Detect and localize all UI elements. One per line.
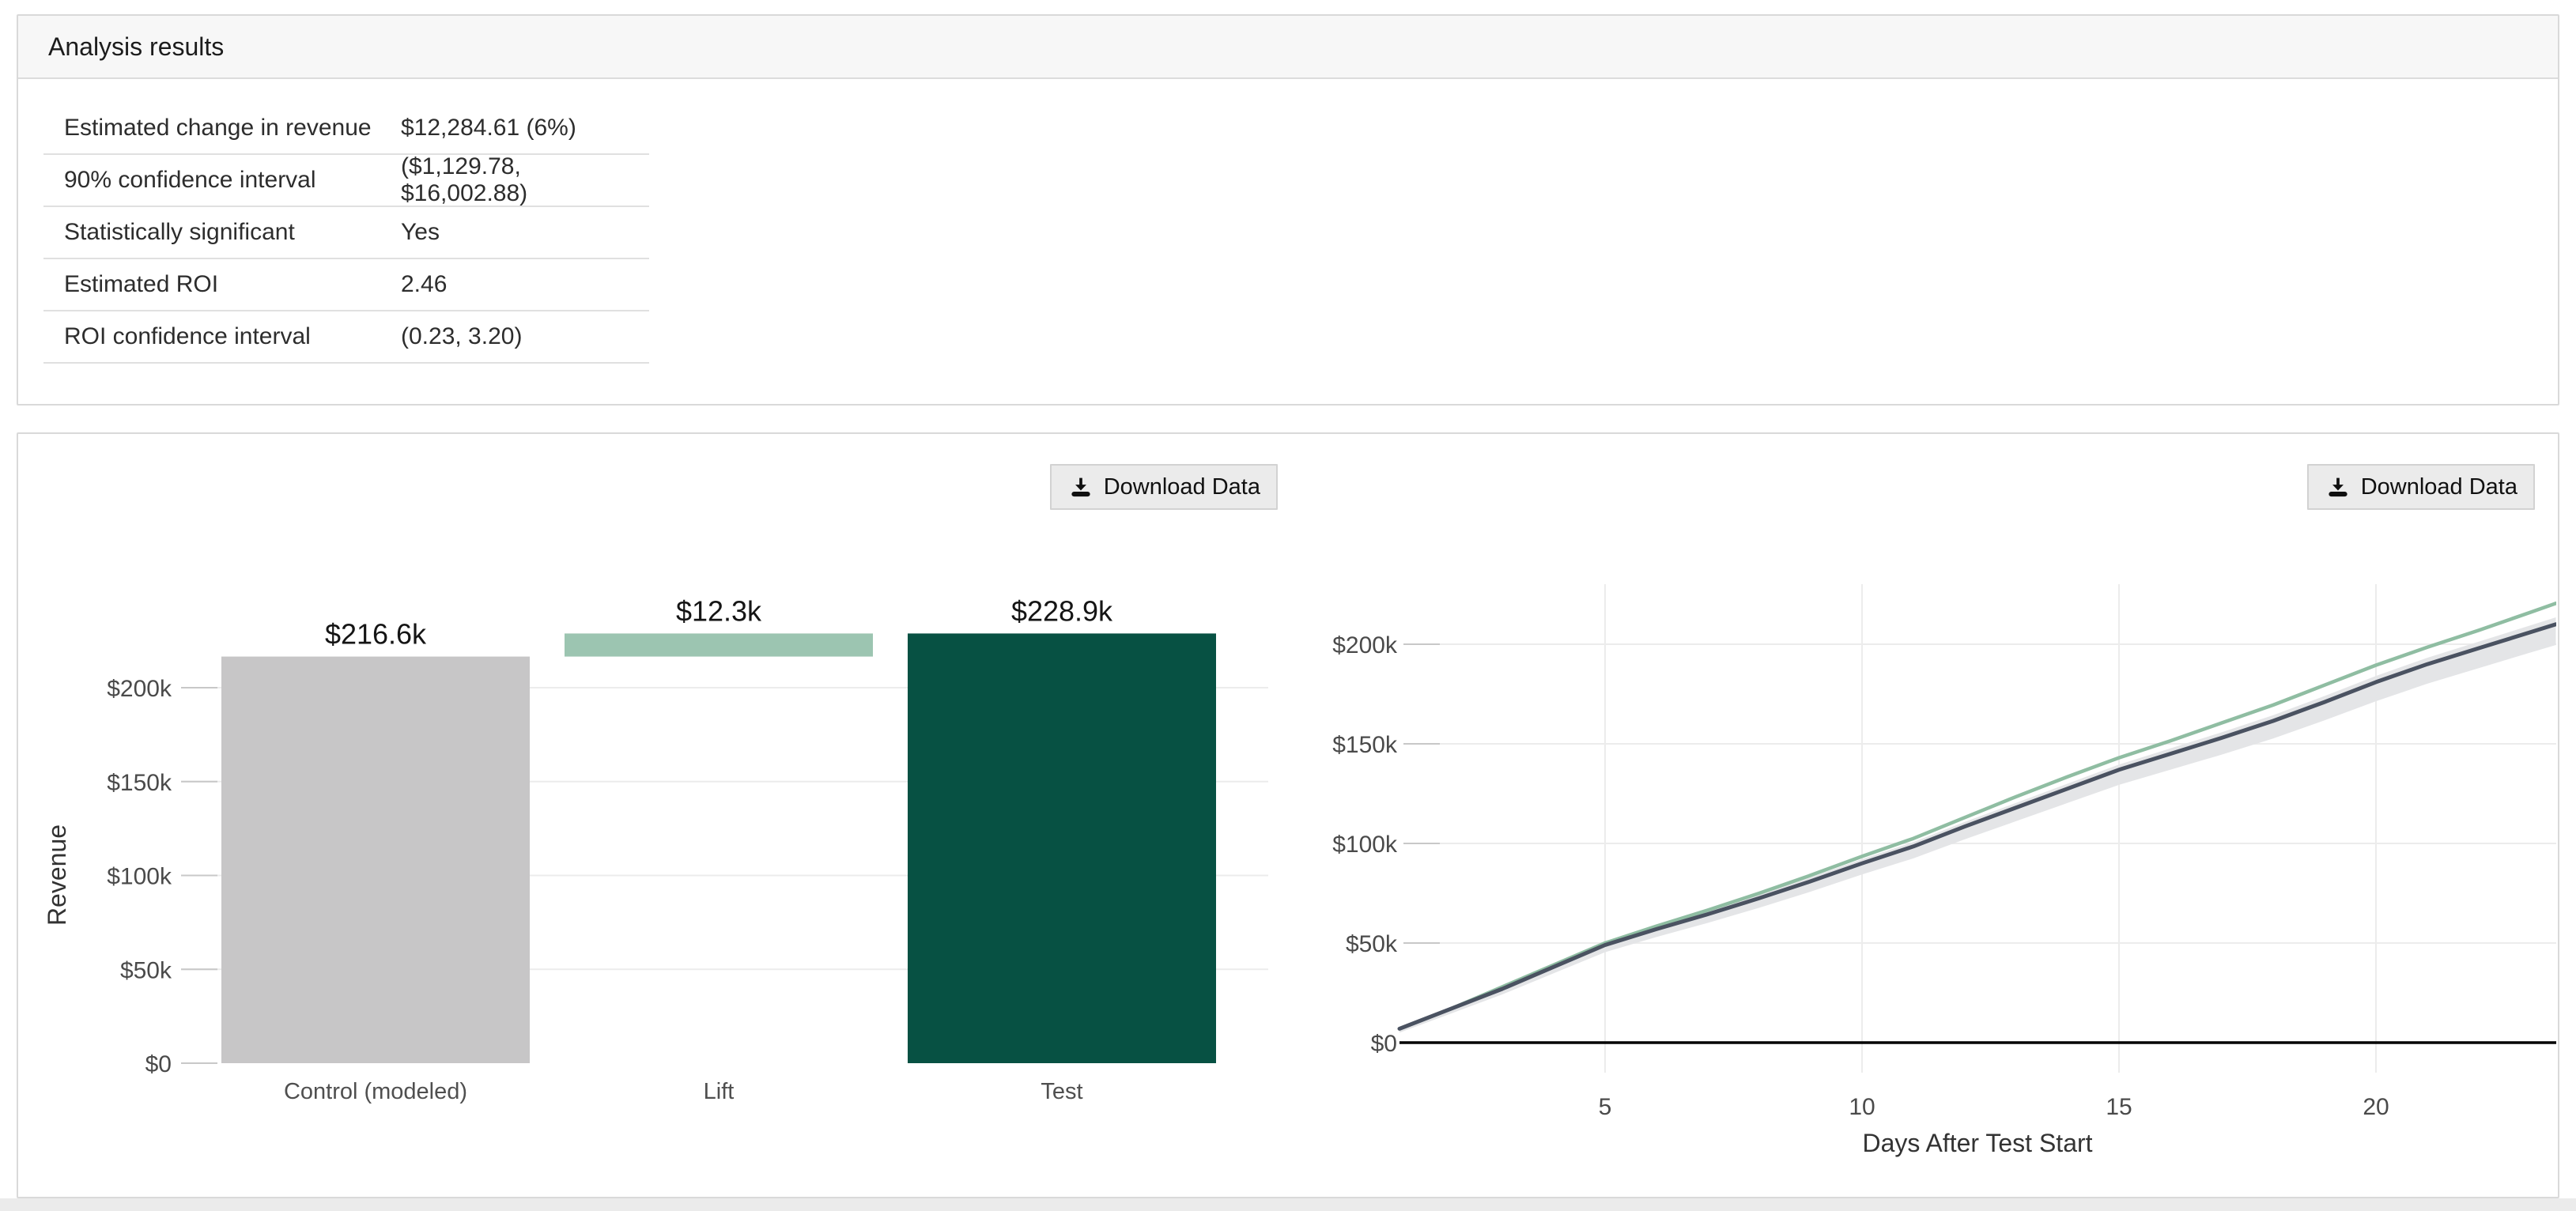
y-tick-label: $0 xyxy=(145,1051,172,1077)
result-row-label: Estimated change in revenue xyxy=(43,115,401,141)
result-row-label: ROI confidence interval xyxy=(43,323,401,350)
bottom-strip xyxy=(0,1198,2576,1211)
result-row: Estimated ROI2.46 xyxy=(43,259,649,311)
y-tick-label: $150k xyxy=(1332,732,1398,758)
result-row: Estimated change in revenue$12,284.61 (6… xyxy=(43,103,649,155)
cumulative-revenue-line-chart: $0 $50k $100k $150k $200k 5 10 15 20 Days After T… xyxy=(1307,576,2556,1177)
y-axis-title: Revenue xyxy=(43,824,71,926)
y-tick-label: $100k xyxy=(1332,832,1398,858)
x-tick-label: 15 xyxy=(2106,1094,2132,1120)
result-row-label: Statistically significant xyxy=(43,219,401,246)
y-tick-label: $200k xyxy=(1332,632,1398,658)
y-tick-label: $0 xyxy=(1371,1031,1397,1057)
x-tick-label: 20 xyxy=(2363,1094,2389,1120)
download-data-button-line-chart[interactable]: Download Data xyxy=(2307,464,2535,510)
bar-control-modeled- xyxy=(221,657,530,1063)
download-data-button-bar-chart[interactable]: Download Data xyxy=(1050,464,1278,510)
analysis-results-panel: Analysis results Estimated change in rev… xyxy=(17,14,2559,406)
page-title: Analysis results xyxy=(48,32,224,62)
result-row-value: Yes xyxy=(401,219,649,246)
y-tick-label: $150k xyxy=(107,770,172,796)
download-button-label: Download Data xyxy=(1104,474,1260,500)
bar-value-label: $12.3k xyxy=(676,594,762,627)
x-tick-label: 5 xyxy=(1599,1094,1612,1120)
bar-category-label: Control (modeled) xyxy=(284,1079,467,1104)
result-row-label: Estimated ROI xyxy=(43,271,401,298)
revenue-bar-chart: $0 $50k $100k $150k $200k Revenue $216.6k Contr… xyxy=(42,576,1291,1177)
result-row: ROI confidence interval(0.23, 3.20) xyxy=(43,311,649,364)
x-axis-title: Days After Test Start xyxy=(1862,1129,2092,1157)
y-tick-label: $100k xyxy=(107,864,172,890)
result-row-value: (0.23, 3.20) xyxy=(401,323,649,350)
result-row-label: 90% confidence interval xyxy=(43,167,401,194)
result-row-value: $12,284.61 (6%) xyxy=(401,115,649,141)
result-row: Statistically significantYes xyxy=(43,207,649,259)
results-table: Estimated change in revenue$12,284.61 (6… xyxy=(43,103,649,364)
bar-lift xyxy=(565,633,873,656)
charts-panel: Download Data Download Data $0$50k$100k$… xyxy=(17,432,2559,1198)
bar-value-label: $228.9k xyxy=(1011,594,1113,627)
result-row-value: 2.46 xyxy=(401,271,649,298)
y-tick-label: $50k xyxy=(1346,931,1398,957)
result-row: 90% confidence interval($1,129.78, $16,0… xyxy=(43,155,649,207)
y-tick-label: $50k xyxy=(120,957,172,983)
bar-value-label: $216.6k xyxy=(325,618,427,651)
y-tick-label: $200k xyxy=(107,676,172,702)
download-icon xyxy=(1067,473,1094,500)
analysis-results-header: Analysis results xyxy=(18,16,2558,79)
download-icon xyxy=(2325,473,2351,500)
bar-category-label: Test xyxy=(1041,1079,1082,1104)
result-row-value: ($1,129.78, $16,002.88) xyxy=(401,153,649,207)
bar-test xyxy=(908,633,1216,1063)
x-tick-label: 10 xyxy=(1849,1094,1875,1120)
download-button-label: Download Data xyxy=(2361,474,2517,500)
bar-category-label: Lift xyxy=(704,1079,735,1104)
